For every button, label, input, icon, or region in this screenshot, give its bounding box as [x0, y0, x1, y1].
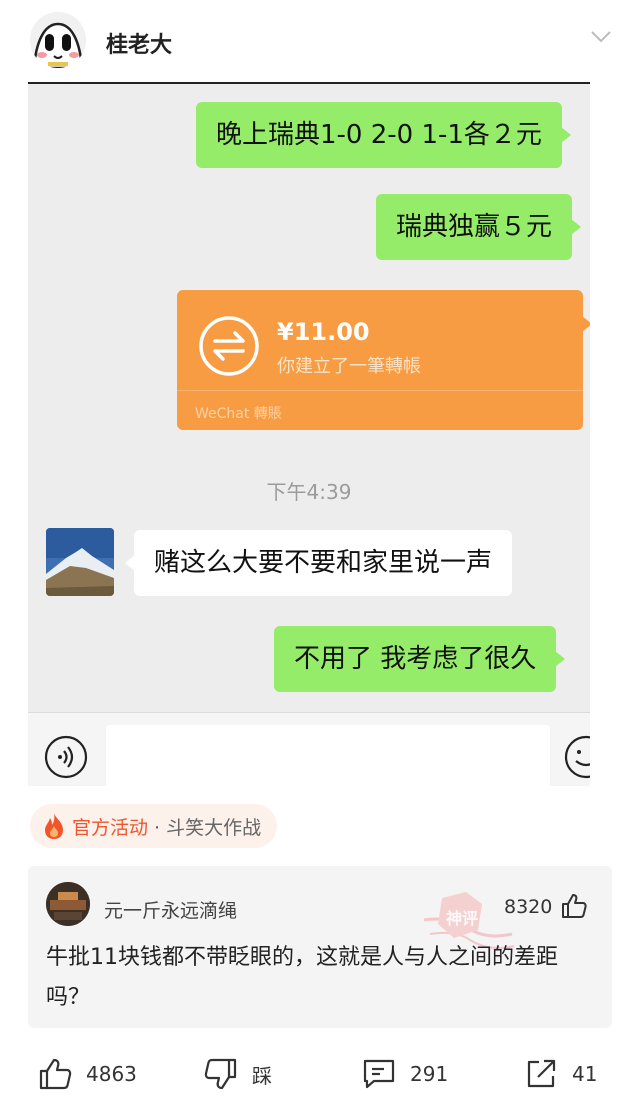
top-comment-card[interactable]: 元一斤永远滴绳 神评 8320 牛批11块钱都不带眨眼的，这就是人与人之间的差距…	[28, 866, 612, 1028]
commenter-avatar[interactable]	[46, 882, 90, 926]
share-count: 41	[572, 1062, 598, 1086]
commenter-name[interactable]: 元一斤永远滴绳	[104, 896, 237, 923]
transfer-divider	[177, 390, 583, 391]
transfer-description: 你建立了一筆轉帳	[277, 356, 421, 377]
dislike-label: 踩	[252, 1063, 272, 1088]
comment-like-count: 8320	[504, 896, 553, 918]
fire-icon	[45, 813, 63, 839]
author-avatar[interactable]	[30, 12, 86, 68]
transfer-brand: WeChat 轉賬	[195, 406, 282, 422]
like-button[interactable]: 4863	[38, 1056, 137, 1092]
post-header: 桂老大	[0, 0, 641, 82]
chat-timestamp: 下午4:39	[266, 480, 352, 504]
chevron-down-icon[interactable]	[590, 30, 612, 44]
thumbs-down-icon	[204, 1058, 237, 1090]
author-name[interactable]: 桂老大	[106, 27, 172, 59]
stamp-text: 神评	[446, 909, 478, 928]
friend-avatar	[46, 528, 114, 596]
transfer-card: ¥11.00 你建立了一筆轉帳 WeChat 轉賬	[177, 290, 590, 430]
share-icon	[527, 1059, 556, 1088]
voice-input-icon[interactable]	[44, 735, 88, 779]
emoji-icon[interactable]	[564, 735, 590, 779]
comment-button[interactable]: 291	[362, 1056, 448, 1092]
like-count: 4863	[86, 1062, 137, 1086]
comment-text: 牛批11块钱都不带眨眼的，这就是人与人之间的差距吗？	[46, 945, 558, 1010]
comment-count: 291	[410, 1062, 449, 1086]
share-button[interactable]: 41	[524, 1056, 597, 1092]
cartoon-face-icon	[30, 12, 86, 68]
chat-bubble-sent: 不用了 我考虑了很久	[274, 626, 566, 692]
chat-screenshot: 晚上瑞典1-0 2-0 1-1各２元 瑞典独赢５元 ¥11.00 你建立了一筆轉…	[28, 82, 590, 786]
mountain-photo-icon	[46, 528, 114, 596]
chat-input-bar	[28, 712, 590, 786]
activity-sublabel: · 斗笑大作战	[154, 816, 262, 839]
commenter-photo-icon	[46, 882, 90, 926]
thumbs-up-icon	[39, 1058, 72, 1090]
comment-bubble-icon	[363, 1059, 395, 1089]
activity-label: 官方活动	[72, 816, 149, 839]
chat-bubble-received: 赌这么大要不要和家里说一声	[124, 530, 513, 596]
thumbs-up-icon[interactable]	[560, 892, 588, 920]
dislike-button[interactable]: 踩	[204, 1056, 272, 1092]
chat-text-input[interactable]	[106, 725, 550, 786]
transfer-arrows-icon	[199, 316, 259, 376]
chat-bubble-sent: 晚上瑞典1-0 2-0 1-1各２元	[196, 102, 571, 168]
chat-bubble-sent: 瑞典独赢５元	[376, 194, 582, 260]
transfer-amount: ¥11.00	[277, 318, 370, 346]
activity-tag[interactable]: 官方活动 · 斗笑大作战	[30, 804, 278, 848]
bottom-action-bar: 4863 踩 291 41	[0, 1044, 641, 1106]
